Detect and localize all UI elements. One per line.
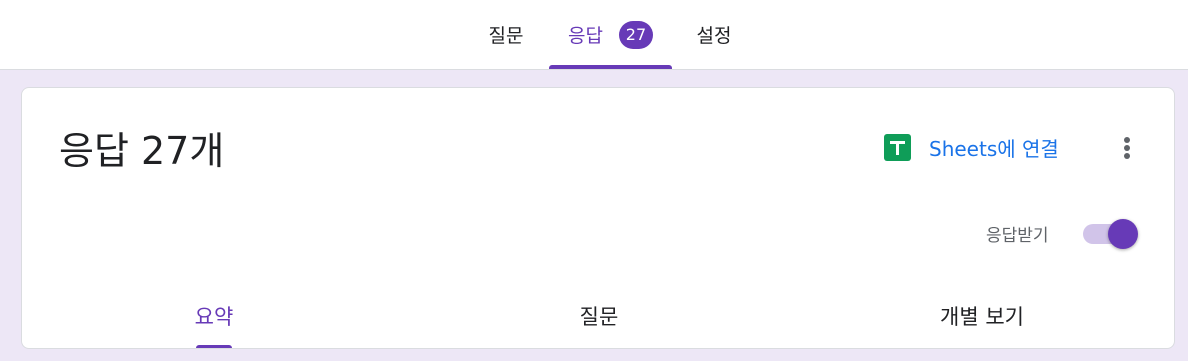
tab-responses[interactable]: 응답 27 <box>549 0 672 69</box>
google-sheets-icon <box>884 133 911 161</box>
tab-question-view-label: 질문 <box>579 305 619 329</box>
link-to-sheets-button[interactable]: Sheets에 연결 <box>884 132 1059 162</box>
accepting-responses-toggle[interactable] <box>1083 219 1139 249</box>
accepting-responses-label: 응답받기 <box>986 226 1049 246</box>
active-subtab-indicator <box>196 345 232 348</box>
responses-title: 응답 27개 <box>59 129 225 173</box>
tab-questions[interactable]: 질문 <box>472 0 540 69</box>
more-vert-icon[interactable] <box>1116 134 1138 162</box>
tab-summary-label: 요약 <box>194 305 234 329</box>
toggle-knob <box>1108 219 1138 249</box>
tab-responses-label: 응답 <box>568 25 603 47</box>
top-navigation: 질문 응답 27 설정 <box>0 0 1188 70</box>
tab-summary[interactable]: 요약 <box>142 283 286 348</box>
link-to-sheets-label: Sheets에 연결 <box>929 136 1059 161</box>
responses-card: 응답 27개 Sheets에 연결 응답받기 요약 질문 개별 보기 <box>21 87 1175 349</box>
tab-individual-view[interactable]: 개별 보기 <box>900 283 1064 348</box>
tab-individual-view-label: 개별 보기 <box>940 305 1024 329</box>
active-tab-indicator <box>549 65 672 69</box>
tab-settings-label: 설정 <box>696 25 732 47</box>
responses-count-badge: 27 <box>618 20 653 49</box>
tab-question-view[interactable]: 질문 <box>527 283 671 348</box>
tab-settings[interactable]: 설정 <box>681 0 747 69</box>
tab-questions-label: 질문 <box>488 25 524 47</box>
